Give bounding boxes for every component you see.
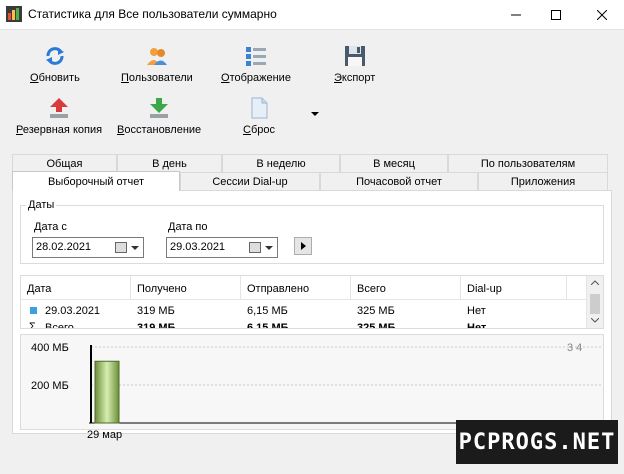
- sum-icon: Σ: [29, 321, 36, 329]
- blank-page-icon: [251, 97, 268, 119]
- cell-total-received: 319 МБ: [137, 322, 176, 329]
- column-header-dialup[interactable]: Dial-up: [461, 276, 567, 300]
- export-button[interactable]: Экспорт: [334, 44, 375, 84]
- column-header-date[interactable]: Дата: [21, 276, 131, 300]
- title-bar: Статистика для Все пользователи суммарно: [0, 0, 624, 30]
- column-header-received[interactable]: Получено: [131, 276, 241, 300]
- close-button[interactable]: [582, 0, 622, 30]
- chart-svg: 400 МБ 200 МБ 3 4: [31, 342, 603, 424]
- tab-by-users[interactable]: По пользователям: [448, 154, 608, 172]
- chevron-down-icon: [265, 246, 273, 250]
- y-tick-label: 400 МБ: [31, 342, 69, 354]
- table-total-row[interactable]: Σ Всего 319 МБ 6,15 МБ 325 МБ Нет: [21, 319, 587, 329]
- traffic-chart: 400 МБ 200 МБ 3 4 29 мар: [20, 334, 604, 441]
- users-icon: [146, 48, 167, 65]
- date-to-label: Дата по: [168, 221, 208, 233]
- display-label: Отображение: [221, 72, 291, 84]
- scrollbar-thumb[interactable]: [590, 294, 600, 314]
- users-label: Пользователи: [121, 72, 193, 84]
- day-icon: [30, 307, 37, 314]
- reset-dropdown-icon[interactable]: [311, 112, 319, 116]
- date-from-value: 28.02.2021: [36, 241, 92, 253]
- tab-hourly-report[interactable]: Почасовой отчет: [320, 172, 478, 190]
- cell-total-sent: 6,15 МБ: [247, 322, 289, 329]
- column-header-sent[interactable]: Отправлено: [241, 276, 351, 300]
- tab-per-month[interactable]: В месяц: [340, 154, 448, 172]
- tab-per-day[interactable]: В день: [117, 154, 222, 172]
- date-to-value: 29.03.2021: [170, 241, 226, 253]
- cell-total: 325 МБ: [357, 305, 395, 317]
- restore-button[interactable]: Восстановление: [117, 96, 201, 136]
- reset-label: Сброс: [243, 124, 275, 136]
- refresh-label: Обновить: [30, 72, 80, 84]
- backup-button[interactable]: Резервная копия: [16, 96, 102, 136]
- maximize-icon: [551, 10, 561, 20]
- refresh-icon: [45, 47, 64, 65]
- users-button[interactable]: Пользователи: [121, 44, 193, 84]
- tab-per-week[interactable]: В неделю: [222, 154, 340, 172]
- table-scrollbar[interactable]: [586, 276, 603, 328]
- cell-received: 319 МБ: [137, 305, 175, 317]
- minimize-icon: [511, 14, 521, 16]
- date-from-picker[interactable]: 28.02.2021: [32, 237, 144, 258]
- download-arrow-icon: [150, 98, 169, 118]
- calendar-icon: [115, 242, 127, 253]
- cell-total-total: 325 МБ: [357, 322, 396, 329]
- scroll-up-icon[interactable]: [591, 280, 599, 285]
- scroll-down-icon[interactable]: [591, 318, 599, 323]
- watermark-text: PCPROGS.NET: [458, 429, 616, 455]
- dates-group-title: Даты: [26, 199, 57, 211]
- chart-bar: [94, 360, 120, 424]
- chevron-down-icon: [131, 246, 139, 250]
- column-header-total[interactable]: Всего: [351, 276, 461, 300]
- watermark: PCPROGS.NET: [456, 420, 618, 464]
- cell-total-dialup: Нет: [467, 322, 487, 329]
- x-tick-label: 29 мар: [87, 429, 123, 441]
- table-header: Дата Получено Отправлено Всего Dial-up: [21, 276, 587, 300]
- restore-label: Восстановление: [117, 124, 202, 136]
- reset-button[interactable]: Сброс: [243, 96, 275, 136]
- tab-applications[interactable]: Приложения: [478, 172, 608, 190]
- calendar-icon: [249, 242, 261, 253]
- cell-total-label: Всего: [45, 322, 74, 329]
- legend-text: 3 4: [567, 342, 582, 354]
- app-chart-icon: [6, 6, 22, 22]
- close-icon: [597, 10, 607, 20]
- date-from-label: Дата с: [34, 221, 67, 233]
- save-disk-icon: [344, 46, 365, 66]
- cell-sent: 6,15 МБ: [247, 305, 288, 317]
- tab-custom-report[interactable]: Выборочный отчет: [12, 171, 180, 191]
- window-title: Статистика для Все пользователи суммарно: [28, 7, 277, 21]
- tab-general[interactable]: Общая: [12, 154, 117, 172]
- date-to-picker[interactable]: 29.03.2021: [166, 237, 278, 258]
- list-view-icon: [245, 47, 266, 66]
- maximize-button[interactable]: [536, 0, 576, 30]
- cell-date: 29.03.2021: [45, 305, 101, 317]
- tab-dialup-sessions[interactable]: Сессии Dial-up: [180, 172, 320, 190]
- export-label: Экспорт: [334, 72, 376, 84]
- stats-table: Дата Получено Отправлено Всего Dial-up 2…: [20, 275, 604, 329]
- upload-arrow-icon: [50, 98, 69, 118]
- minimize-button[interactable]: [496, 0, 536, 30]
- backup-label: Резервная копия: [16, 124, 103, 136]
- apply-dates-button[interactable]: [294, 237, 312, 255]
- chart-bars: [94, 360, 120, 424]
- y-tick-label: 200 МБ: [31, 380, 69, 392]
- refresh-button[interactable]: Обновить: [30, 44, 80, 84]
- cell-dialup: Нет: [467, 305, 486, 317]
- display-button[interactable]: Отображение: [221, 44, 291, 84]
- table-row[interactable]: 29.03.2021 319 МБ 6,15 МБ 325 МБ Нет: [21, 302, 587, 319]
